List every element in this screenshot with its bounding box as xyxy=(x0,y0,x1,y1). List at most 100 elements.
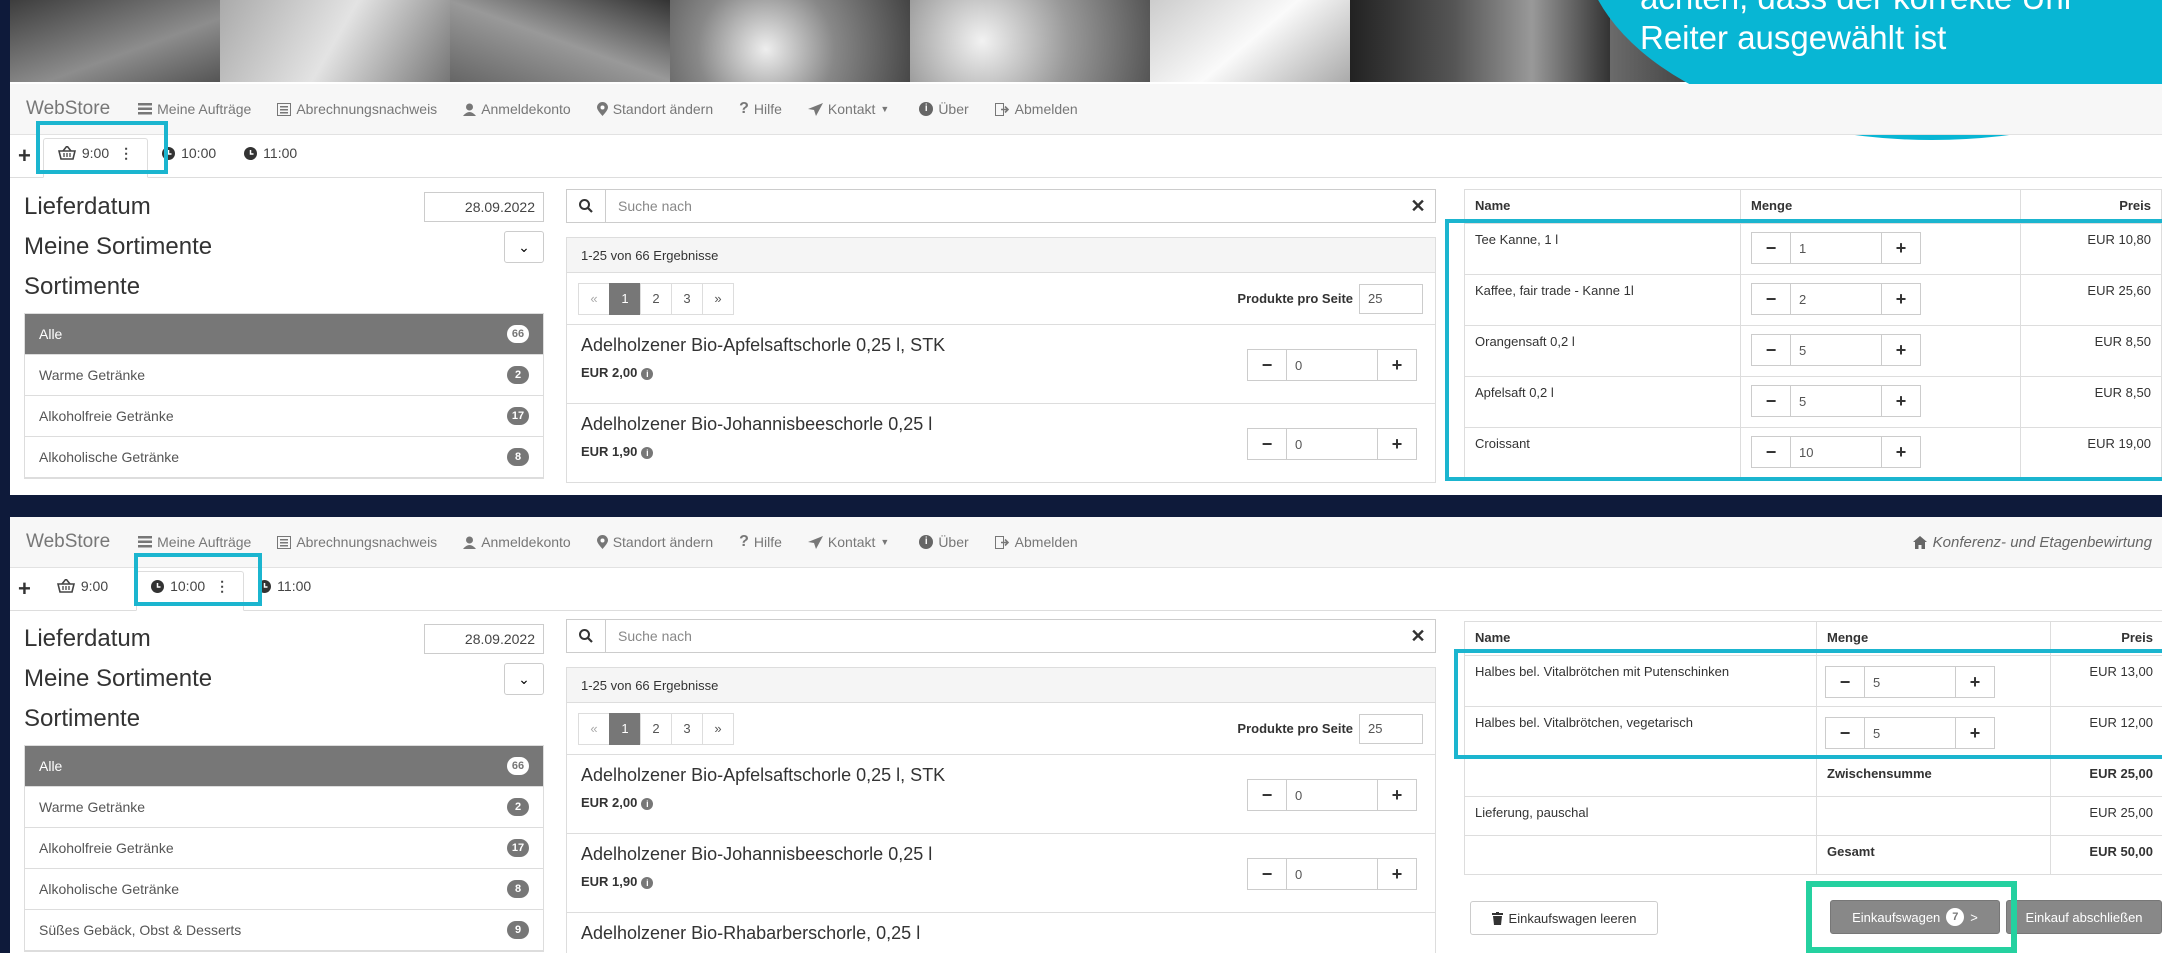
page-next[interactable]: » xyxy=(702,282,734,315)
page-prev[interactable]: « xyxy=(578,282,610,315)
increase-button[interactable]: + xyxy=(1377,350,1416,380)
category-item-alle[interactable]: Alle 66 xyxy=(25,314,543,355)
clear-search-icon[interactable]: ✕ xyxy=(1401,626,1435,647)
tab-11-00-label: 11:00 xyxy=(277,578,312,594)
category-label: Alkoholische Getränke xyxy=(39,881,180,897)
page-2[interactable]: 2 xyxy=(640,282,672,315)
product-list-panel: Suche nach ✕ 1-25 von 66 Ergebnisse « 1 … xyxy=(566,619,1436,953)
my-assortments-dropdown[interactable]: ⌄ xyxy=(504,663,544,695)
brand[interactable]: WebStore xyxy=(26,531,110,553)
product-name: Adelholzener Bio-Johannisbeeschorle 0,25… xyxy=(581,844,933,864)
page-prev[interactable]: « xyxy=(578,712,610,745)
brand[interactable]: WebStore xyxy=(26,98,110,120)
nav-contact[interactable]: Kontakt ▼ xyxy=(807,101,889,117)
increase-button[interactable]: + xyxy=(1377,859,1416,889)
document-list-icon xyxy=(277,535,292,549)
tab-9-00[interactable]: 9:00 xyxy=(43,572,122,610)
subtotal-value: EUR 25,00 xyxy=(2089,766,2153,781)
info-icon[interactable]: i xyxy=(641,368,654,380)
current-location[interactable]: Konferenz- und Etagenbewirtung xyxy=(1912,533,2152,551)
category-item-suesses-gebaeck[interactable]: Süßes Gebäck, Obst & Desserts 9 xyxy=(25,910,543,951)
checkout-button[interactable]: Einkauf abschließen xyxy=(2006,900,2162,934)
nav-contact[interactable]: Kontakt ▼ xyxy=(807,534,889,550)
nav-logout[interactable]: Abmelden xyxy=(994,534,1078,550)
nav-about[interactable]: i Über xyxy=(915,101,969,117)
nav-account[interactable]: Anmeldekonto xyxy=(463,101,571,117)
delivery-date-input[interactable]: 28.09.2022 xyxy=(424,624,544,654)
add-tab-button[interactable]: + xyxy=(18,143,31,169)
info-icon[interactable]: i xyxy=(641,877,654,889)
product-price: EUR 2,00 i xyxy=(581,795,654,810)
quantity-input[interactable]: 0 xyxy=(1287,859,1377,889)
quantity-input[interactable]: 0 xyxy=(1287,350,1377,380)
quantity-stepper: −0 + xyxy=(1247,858,1417,890)
category-item-alkoholfreie-getraenke[interactable]: Alkoholfreie Getränke 17 xyxy=(25,396,543,437)
my-assortments-dropdown[interactable]: ⌄ xyxy=(504,231,544,263)
page-1[interactable]: 1 xyxy=(609,282,641,315)
info-icon[interactable]: i xyxy=(641,447,654,459)
page-3[interactable]: 3 xyxy=(671,712,703,745)
left-sidebar: Lieferdatum 28.09.2022 Meine Sortimente ⌄ … xyxy=(24,619,544,952)
screenshot-top-panel: achten, dass der korrekte Uhr Reiter aus… xyxy=(10,0,2162,495)
nav-about-label: Über xyxy=(938,534,969,550)
nav-account[interactable]: Anmeldekonto xyxy=(463,534,571,550)
category-count-badge: 2 xyxy=(507,366,529,384)
product-row: Adelholzener Bio-Rhabarberschorle, 0,25 … xyxy=(566,913,1436,953)
decrease-button[interactable]: − xyxy=(1248,859,1287,889)
map-marker-icon xyxy=(596,535,608,549)
product-name: Adelholzener Bio-Apfelsaftschorle 0,25 l… xyxy=(581,335,946,355)
cart-items-highlight-box xyxy=(1454,649,2162,759)
page-next[interactable]: » xyxy=(702,712,734,745)
nav-orders[interactable]: Meine Aufträge xyxy=(138,534,251,550)
search-icon[interactable] xyxy=(567,190,606,222)
nav-billing[interactable]: Abrechnungsnachweis xyxy=(277,534,437,550)
page-1[interactable]: 1 xyxy=(609,712,641,745)
page-3[interactable]: 3 xyxy=(671,282,703,315)
category-item-warme-getraenke[interactable]: Warme Getränke 2 xyxy=(25,787,543,828)
category-item-alkoholfreie-getraenke[interactable]: Alkoholfreie Getränke 17 xyxy=(25,828,543,869)
quantity-stepper: −0 + xyxy=(1247,428,1417,460)
add-tab-button[interactable]: + xyxy=(18,576,31,602)
info-icon[interactable]: i xyxy=(641,798,654,810)
page-2[interactable]: 2 xyxy=(640,712,672,745)
decrease-button[interactable]: − xyxy=(1248,429,1287,459)
search-input[interactable]: Suche nach xyxy=(606,628,1401,644)
nav-logout[interactable]: Abmelden xyxy=(994,101,1078,117)
tab-highlight-box xyxy=(36,121,168,174)
current-location-label: Konferenz- und Etagenbewirtung xyxy=(1932,533,2152,551)
nav-about[interactable]: i Über xyxy=(915,534,969,550)
category-item-alle[interactable]: Alle 66 xyxy=(25,746,543,787)
product-price-value: EUR 2,00 xyxy=(581,795,638,810)
product-row: Adelholzener Bio-Johannisbeeschorle 0,25… xyxy=(566,834,1436,913)
quantity-input[interactable]: 0 xyxy=(1287,780,1377,810)
product-price-value: EUR 1,90 xyxy=(581,444,638,459)
nav-billing[interactable]: Abrechnungsnachweis xyxy=(277,101,437,117)
nav-help[interactable]: ? Hilfe xyxy=(739,533,782,551)
category-item-alkoholische-getraenke[interactable]: Alkoholische Getränke 8 xyxy=(25,437,543,478)
category-item-warme-getraenke[interactable]: Warme Getränke 2 xyxy=(25,355,543,396)
nav-location[interactable]: Standort ändern xyxy=(596,534,713,550)
increase-button[interactable]: + xyxy=(1377,429,1416,459)
increase-button[interactable]: + xyxy=(1377,780,1416,810)
delivery-date-input[interactable]: 28.09.2022 xyxy=(424,192,544,222)
nav-logout-label: Abmelden xyxy=(1014,101,1078,117)
clear-search-icon[interactable]: ✕ xyxy=(1401,196,1435,217)
search-icon[interactable] xyxy=(567,620,606,652)
empty-cart-button[interactable]: Einkaufswagen leeren xyxy=(1470,901,1658,935)
decrease-button[interactable]: − xyxy=(1248,350,1287,380)
nav-help[interactable]: ? Hilfe xyxy=(739,100,782,118)
total-label: Gesamt xyxy=(1817,836,2051,874)
decrease-button[interactable]: − xyxy=(1248,780,1287,810)
nav-location[interactable]: Standort ändern xyxy=(596,101,713,117)
products-per-page-input[interactable]: 25 xyxy=(1359,283,1423,314)
total-spacer xyxy=(1465,836,1817,874)
category-label: Alle xyxy=(39,758,63,774)
products-per-page-input[interactable]: 25 xyxy=(1359,713,1423,744)
quantity-input[interactable]: 0 xyxy=(1287,429,1377,459)
category-label: Warme Getränke xyxy=(39,799,146,815)
category-item-alkoholische-getraenke[interactable]: Alkoholische Getränke 8 xyxy=(25,869,543,910)
delivery-date-label: Lieferdatum xyxy=(24,193,151,220)
tab-11-00[interactable]: 11:00 xyxy=(230,139,311,177)
search-input[interactable]: Suche nach xyxy=(606,198,1401,214)
nav-orders[interactable]: Meine Aufträge xyxy=(138,101,251,117)
